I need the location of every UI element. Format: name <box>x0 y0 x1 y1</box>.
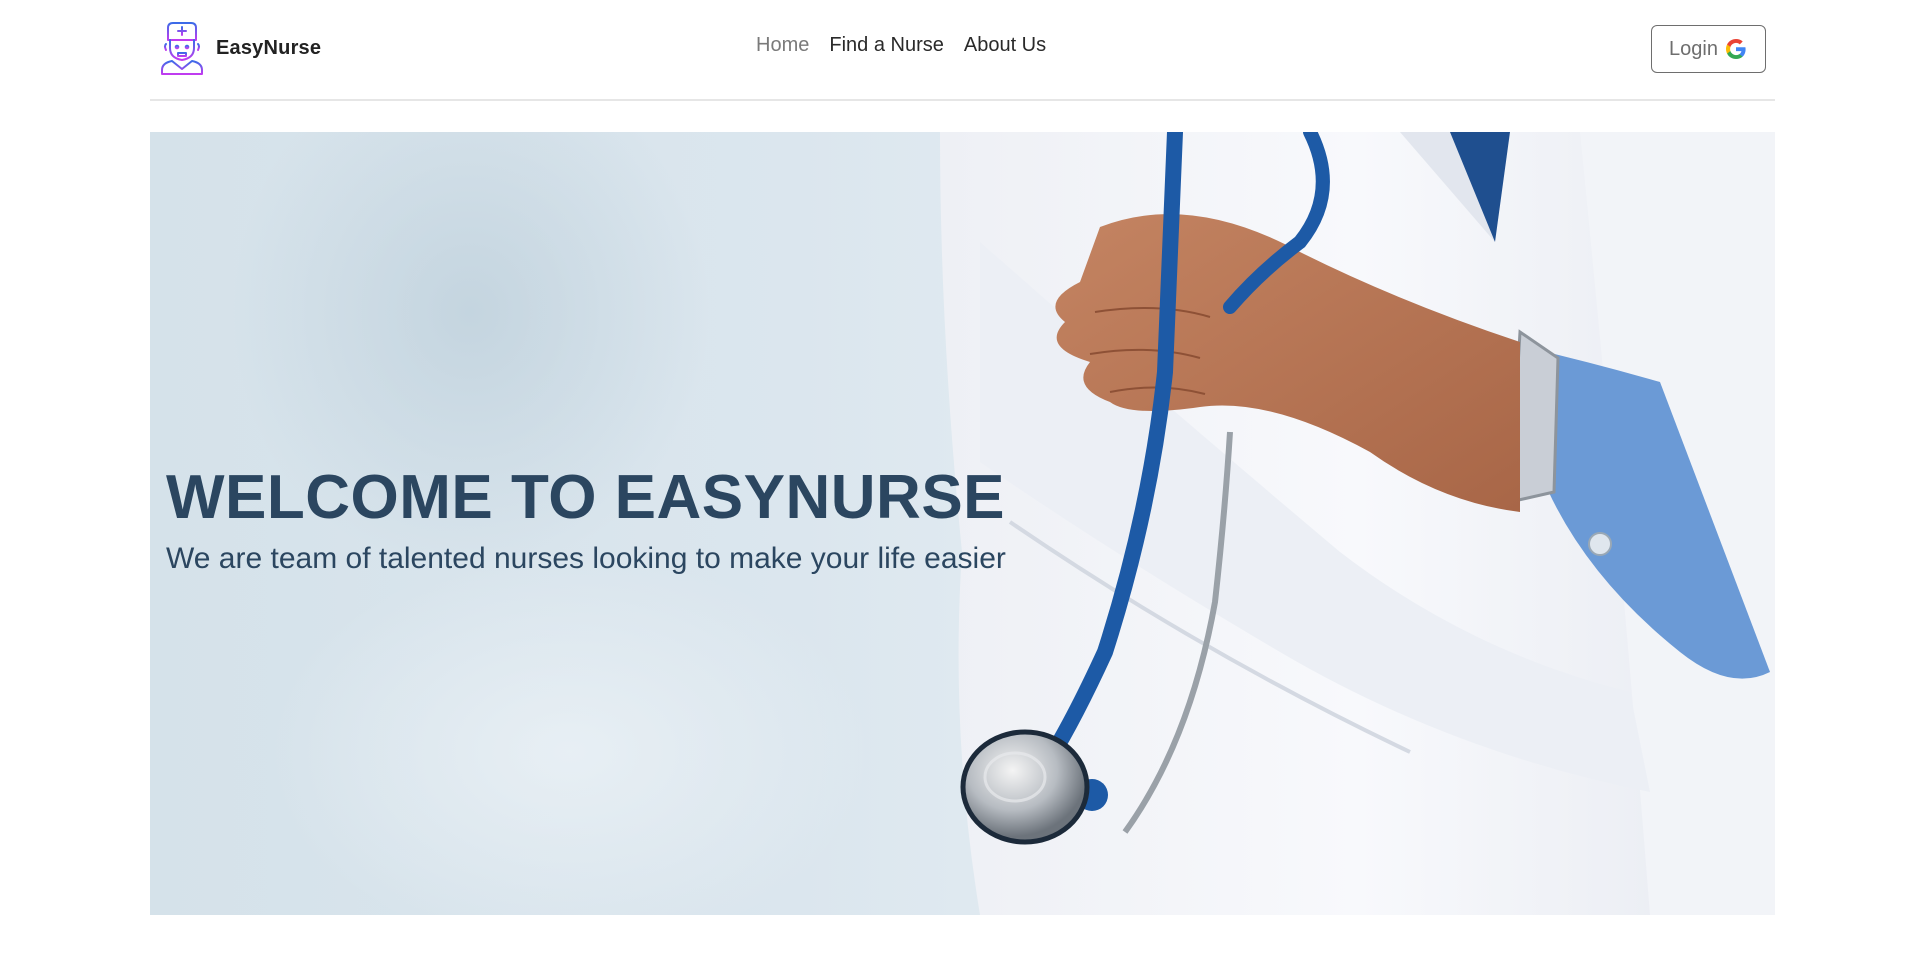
hero-subtitle: We are team of talented nurses looking t… <box>166 542 1006 576</box>
brand-link[interactable]: EasyNurse <box>158 20 321 76</box>
hero-title: WELCOME TO EASYNURSE <box>166 463 1006 532</box>
nav-link-about-us[interactable]: About Us <box>964 34 1046 57</box>
navbar: EasyNurse Home Find a Nurse About Us Log… <box>150 0 1775 101</box>
login-label: Login <box>1669 37 1718 60</box>
main-nav: Home Find a Nurse About Us <box>756 34 1046 57</box>
nurse-icon <box>161 22 203 75</box>
nav-link-find-a-nurse[interactable]: Find a Nurse <box>829 34 944 57</box>
brand-name: EasyNurse <box>216 36 322 59</box>
hero-banner: WELCOME TO EASYNURSE We are team of tale… <box>150 132 1775 915</box>
login-button[interactable]: Login <box>1651 25 1766 73</box>
hero-text: WELCOME TO EASYNURSE We are team of tale… <box>166 462 1126 578</box>
nav-link-home[interactable]: Home <box>756 34 809 57</box>
google-icon <box>1725 39 1746 59</box>
